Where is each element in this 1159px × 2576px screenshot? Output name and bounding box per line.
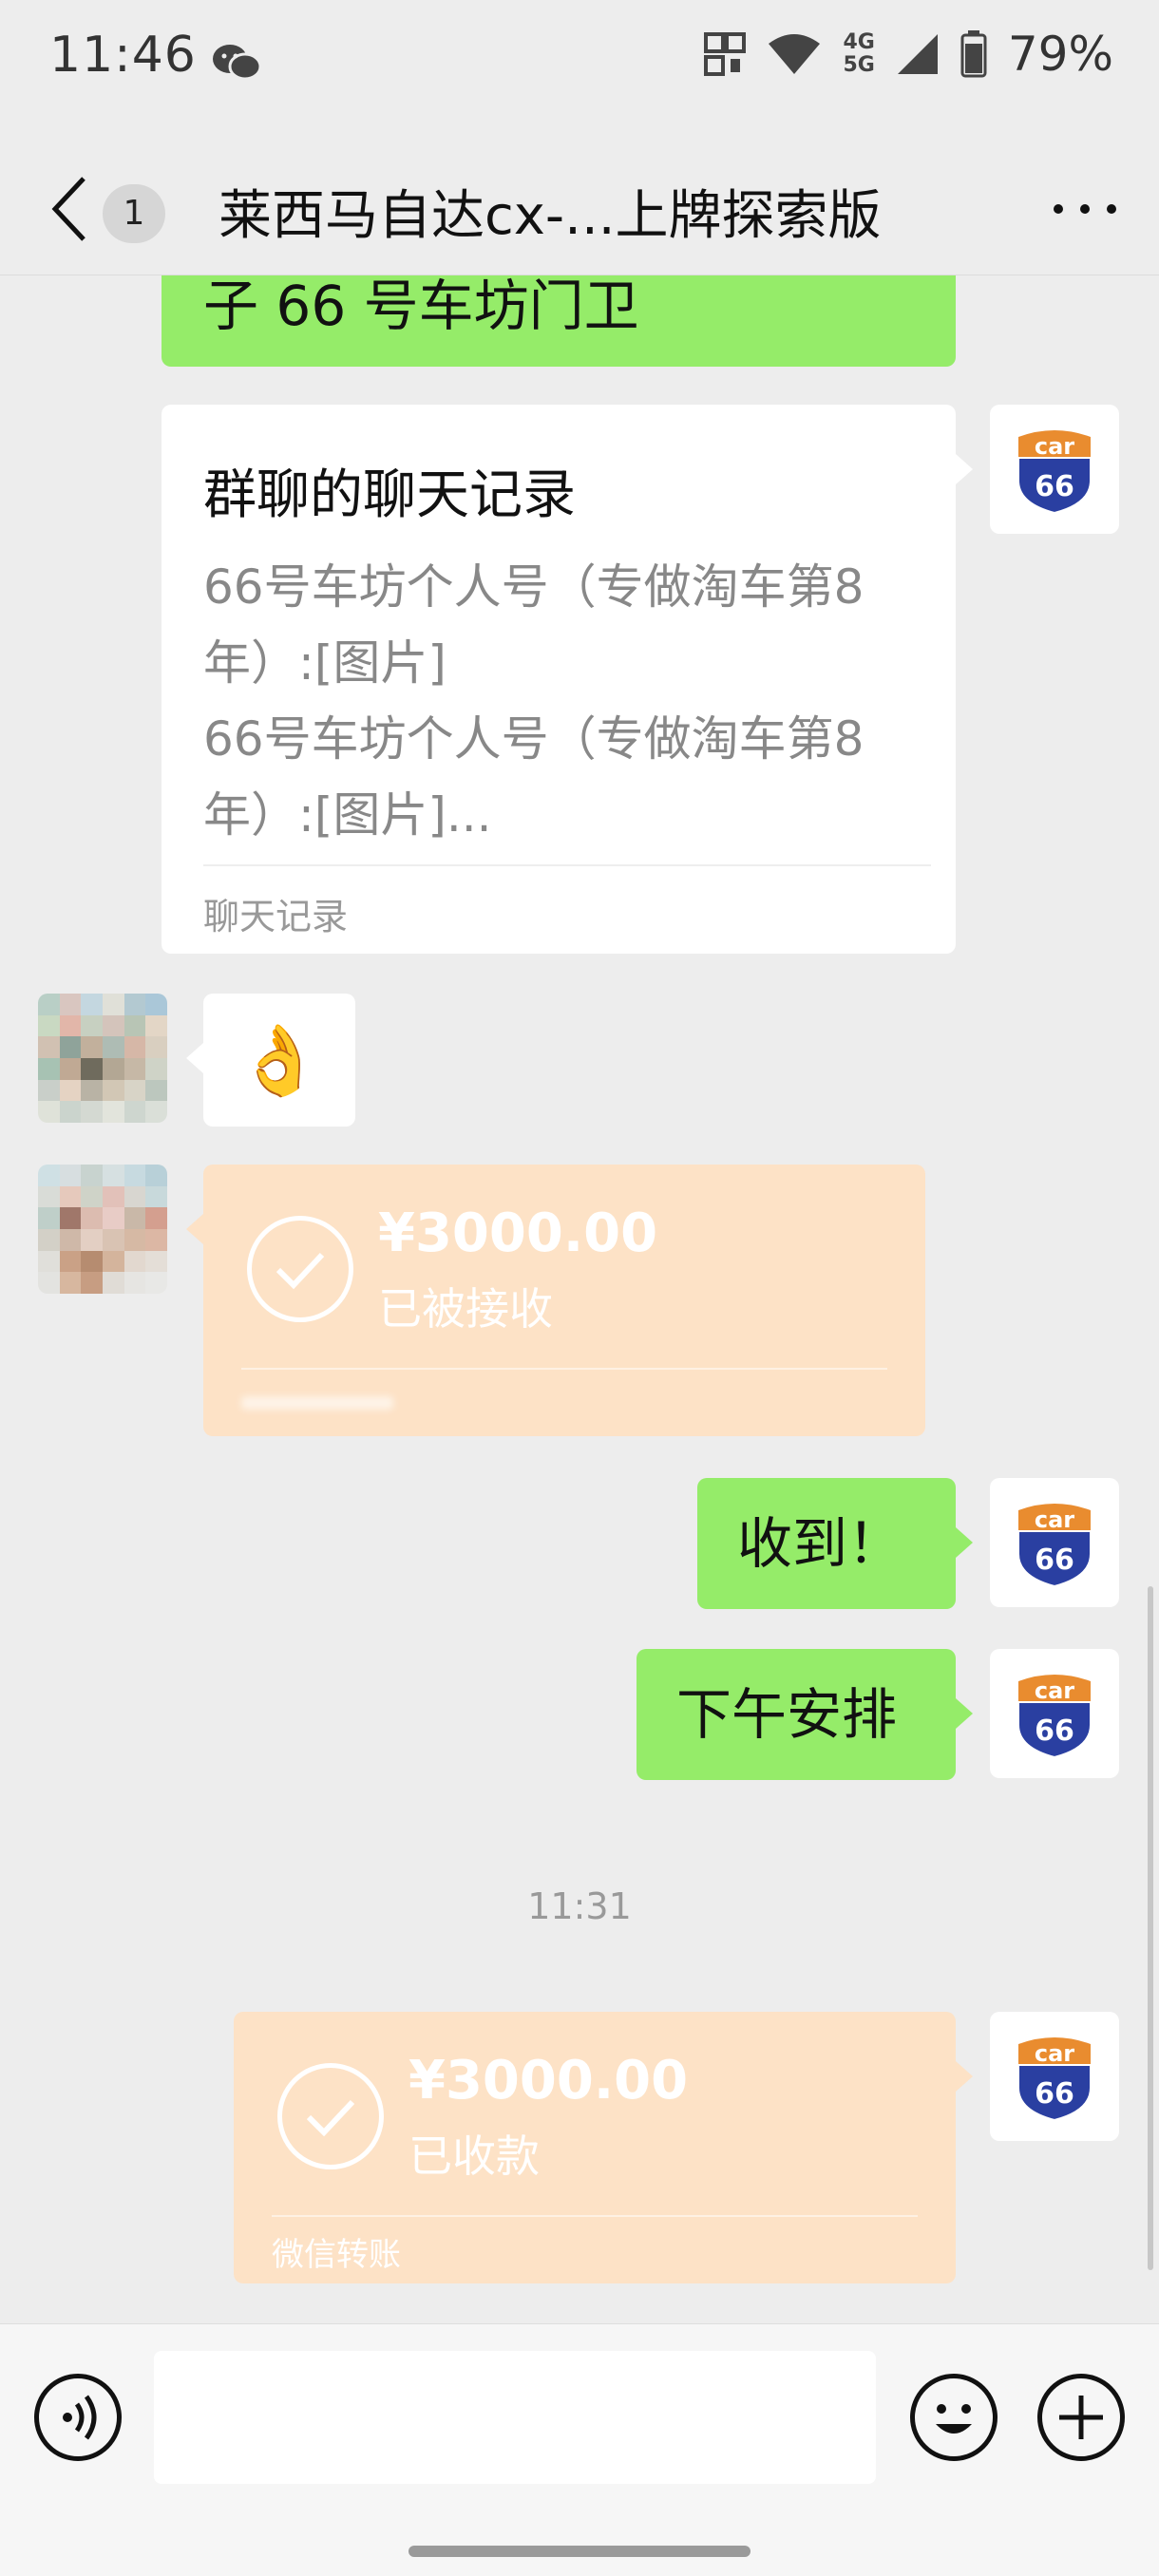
message-text: 收到！ [737, 1511, 903, 1576]
avatar-self[interactable]: car 66 [990, 1478, 1119, 1607]
avatar-contact[interactable] [38, 994, 167, 1123]
logo-66-text: 66 [1035, 1714, 1074, 1748]
chat-title: 莱西马自达cx-...上牌探索版 [218, 185, 882, 247]
transfer-check-icon [277, 2063, 384, 2169]
voice-icon [63, 2395, 97, 2440]
transfer-status: 已收款 [408, 2131, 540, 2182]
chat-record-footer: 聊天记录 [203, 896, 349, 938]
chat-record-line: 66号车坊个人号（专做淘车第8 [203, 711, 864, 767]
message-bubble-reply[interactable]: 下午安排 [636, 1649, 956, 1780]
logo-car-text: car [1035, 2040, 1074, 2067]
message-bubble-partial[interactable]: 子 66 号车坊门卫 [162, 275, 956, 367]
battery-percent: 79% [1007, 27, 1113, 82]
home-indicator[interactable] [408, 2546, 750, 2557]
input-bar [0, 2323, 1159, 2576]
transfer-divider [272, 2215, 918, 2217]
logo-car-text: car [1035, 433, 1074, 460]
avatar-self[interactable]: car 66 [990, 1649, 1119, 1778]
status-bar: 11:46 4G 5G 79% [0, 0, 1159, 123]
logo-66-text: 66 [1035, 470, 1074, 503]
bubble-tail [956, 1527, 973, 1558]
unread-count-badge[interactable]: 1 [103, 184, 165, 243]
transfer-amount: ¥3000.00 [408, 2050, 689, 2112]
chat-record-line: 年）:[图片] [203, 635, 446, 691]
signal-icon [897, 34, 938, 74]
chat-record-card[interactable]: 群聊的聊天记录 66号车坊个人号（专做淘车第8 年）:[图片] 66号车坊个人号… [162, 405, 956, 954]
logo-66-text: 66 [1035, 1544, 1074, 1577]
bubble-tail [956, 454, 973, 484]
battery-icon [960, 30, 987, 78]
transfer-footer: 微信转账 [272, 2236, 401, 2274]
chat-record-title: 群聊的聊天记录 [203, 464, 576, 526]
plus-icon [1059, 2396, 1103, 2439]
nfc-icon [704, 32, 747, 76]
network-5g: 5G [843, 53, 875, 77]
chat-record-line: 年）:[图片]... [203, 787, 492, 843]
avatar-contact[interactable] [38, 1165, 167, 1294]
more-functions-button[interactable] [1037, 2374, 1125, 2461]
scrollbar[interactable] [1148, 1586, 1153, 2270]
transfer-card-right[interactable]: ¥3000.00 已收款 微信转账 [234, 2012, 956, 2283]
back-arrow-icon[interactable] [48, 173, 89, 245]
avatar-self[interactable]: car 66 [990, 2012, 1119, 2141]
bubble-tail [186, 1214, 203, 1244]
message-input[interactable] [154, 2351, 876, 2484]
transfer-card-left[interactable]: ¥3000.00 已被接收 [203, 1165, 925, 1436]
network-4g: 4G [843, 30, 875, 54]
car66-logo-icon: car 66 [1017, 2037, 1092, 2122]
car66-logo-icon: car 66 [1017, 430, 1092, 515]
car66-logo-icon: car 66 [1017, 1504, 1092, 1588]
smiley-icon [936, 2404, 972, 2434]
logo-car-text: car [1035, 1677, 1074, 1704]
avatar-self[interactable]: car 66 [990, 405, 1119, 534]
status-time: 11:46 [49, 27, 197, 84]
more-options-icon[interactable] [1049, 180, 1121, 237]
chat-record-line: 66号车坊个人号（专做淘车第8 [203, 559, 864, 615]
logo-car-text: car [1035, 1506, 1074, 1533]
transfer-divider [241, 1368, 887, 1370]
voice-input-button[interactable] [34, 2374, 122, 2461]
message-timestamp: 11:31 [527, 1885, 632, 1927]
message-text: 下午安排 [676, 1682, 898, 1747]
bubble-tail [186, 1043, 203, 1073]
transfer-status: 已被接收 [378, 1283, 553, 1335]
ok-hand-emoji: 👌 [237, 1020, 322, 1100]
network-type: 4G 5G [843, 31, 874, 77]
transfer-check-icon [247, 1216, 353, 1322]
chat-record-divider [203, 864, 931, 866]
status-right-group: 4G 5G 79% [704, 27, 1113, 82]
car66-logo-icon: car 66 [1017, 1675, 1092, 1759]
bubble-tail [956, 2061, 973, 2092]
chat-header: 1 莱西马自达cx-...上牌探索版 [0, 142, 1159, 275]
wifi-icon [769, 34, 821, 74]
wechat-notification-icon [213, 45, 262, 81]
transfer-footer-blurred [241, 1396, 393, 1410]
message-text: 子 66 号车坊门卫 [203, 274, 639, 338]
emoji-bubble[interactable]: 👌 [203, 994, 355, 1127]
bubble-tail [956, 1698, 973, 1729]
logo-66-text: 66 [1035, 2077, 1074, 2111]
transfer-amount: ¥3000.00 [378, 1203, 658, 1264]
emoji-button[interactable] [910, 2374, 998, 2461]
message-bubble-reply[interactable]: 收到！ [697, 1478, 956, 1609]
